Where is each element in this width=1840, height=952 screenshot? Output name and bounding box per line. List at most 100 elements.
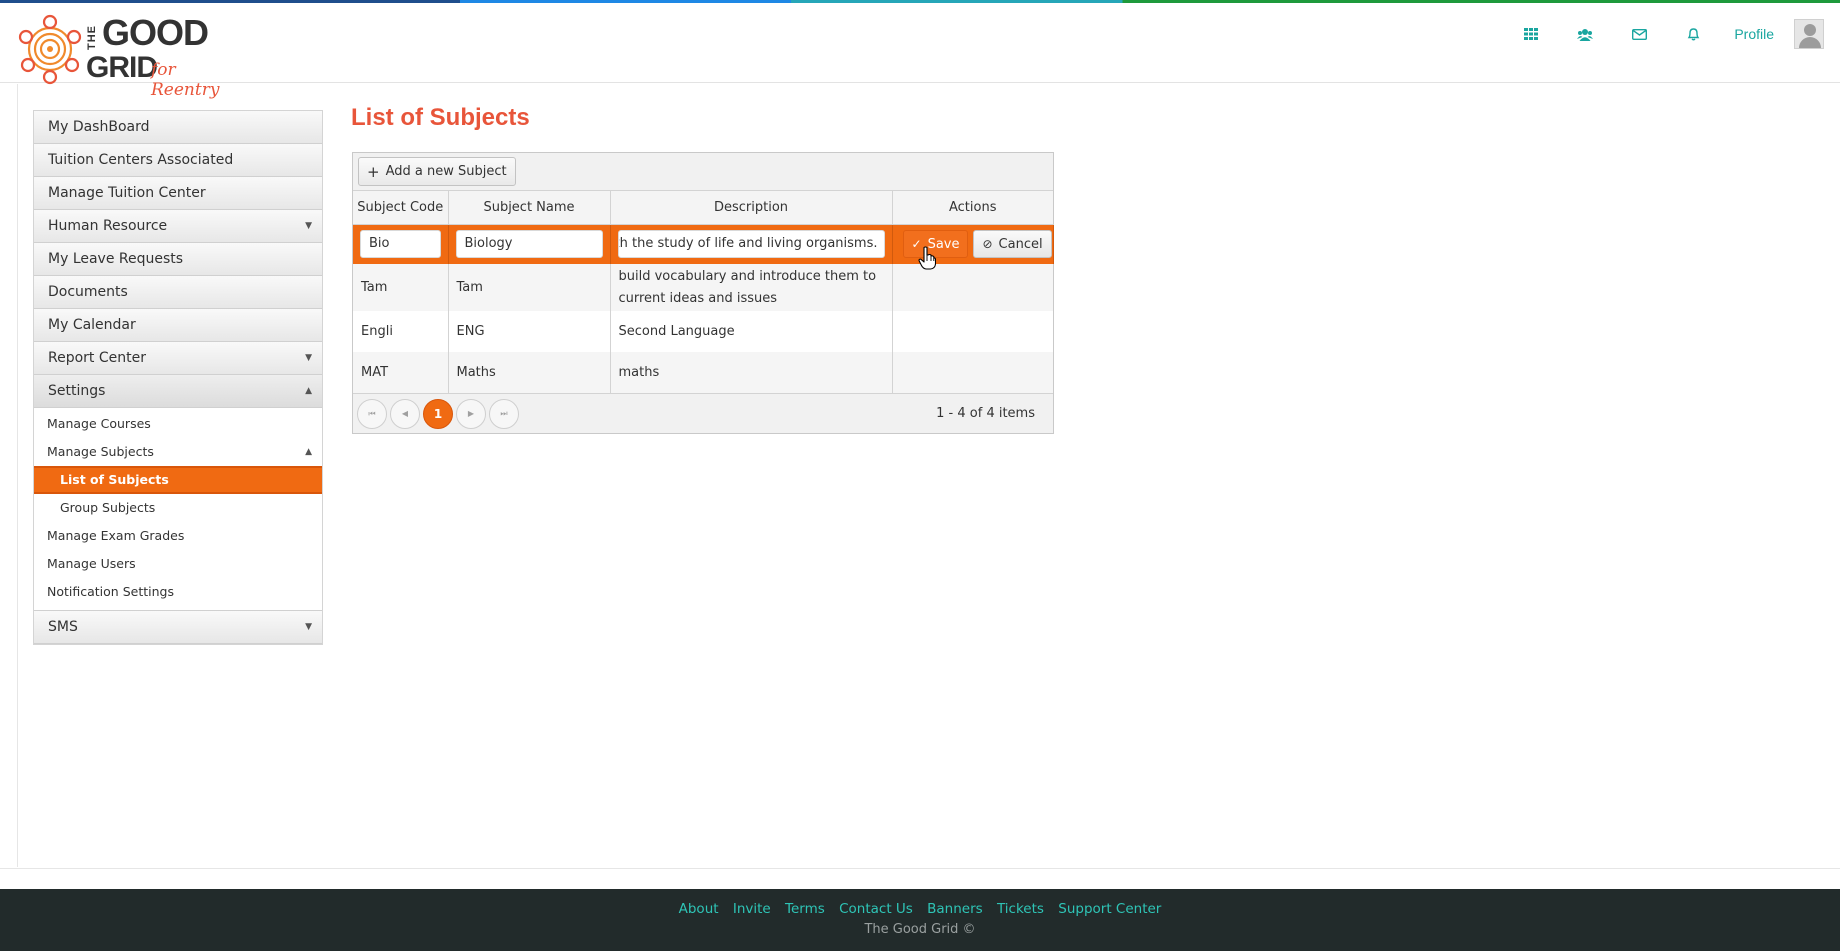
sidebar-item-dashboard[interactable]: My DashBoard (34, 111, 322, 144)
sidebar-item-label: My Calendar (48, 317, 136, 333)
sidebar-item-label: Manage Courses (47, 416, 151, 431)
logo-tagline: for Reentry (151, 60, 220, 100)
description-input-value: d with the study of life and living orga… (619, 236, 878, 252)
cancel-button[interactable]: ⊘ Cancel (973, 230, 1052, 259)
last-page-icon[interactable]: ⏭ (489, 398, 519, 429)
sidebar-item-documents[interactable]: Documents (34, 276, 322, 309)
sidebar-item-manage-users[interactable]: Manage Users (34, 550, 322, 578)
sidebar-item-human-resource[interactable]: Human Resource ▼ (34, 210, 322, 243)
column-header-description[interactable]: Description (610, 191, 893, 225)
bell-icon[interactable] (1666, 3, 1720, 65)
header-nav: Profile (1504, 3, 1840, 65)
sidebar-item-label: My Leave Requests (48, 251, 184, 267)
cell-subject-code: Engli (353, 311, 449, 352)
users-icon[interactable] (1558, 3, 1612, 65)
flower-logo-icon (18, 14, 82, 85)
next-page-icon[interactable]: ▶ (456, 398, 486, 429)
add-subject-label: Add a new Subject (385, 164, 507, 179)
sidebar-item-label: List of Subjects (60, 472, 169, 487)
footer-link-banners[interactable]: Banners (927, 901, 983, 917)
sidebar-item-label: Manage Tuition Center (48, 185, 206, 201)
page-title: List of Subjects (351, 104, 530, 131)
sidebar-item-manage-tuition-center[interactable]: Manage Tuition Center (34, 177, 322, 210)
sidebar-item-label: Tuition Centers Associated (48, 152, 234, 168)
chevron-down-icon: ▼ (305, 353, 312, 363)
footer-link-support-center[interactable]: Support Center (1058, 901, 1161, 917)
previous-page-icon[interactable]: ◀ (390, 398, 420, 429)
profile-link[interactable]: Profile (1720, 26, 1794, 42)
sidebar-item-manage-subjects[interactable]: Manage Subjects ▲ (34, 438, 322, 466)
plus-icon: + (367, 162, 380, 181)
footer-link-about[interactable]: About (679, 901, 719, 917)
sidebar-item-report-center[interactable]: Report Center ▼ (34, 342, 322, 375)
cell-actions (892, 352, 1053, 393)
sidebar-item-label: Documents (48, 284, 128, 300)
cancel-label: Cancel (998, 236, 1043, 252)
apps-grid-icon[interactable] (1504, 3, 1558, 65)
chevron-down-icon: ▼ (305, 221, 312, 231)
sidebar-item-manage-exam-grades[interactable]: Manage Exam Grades (34, 522, 322, 550)
column-header-subject-code[interactable]: Subject Code (353, 191, 449, 225)
sidebar-item-manage-courses[interactable]: Manage Courses (34, 410, 322, 438)
cell-subject-code: Tam (353, 264, 449, 311)
sidebar-item-label: Manage Exam Grades (47, 528, 185, 543)
chevron-up-icon: ▲ (305, 386, 312, 396)
grid-pager: ⏮ ◀ 1 ▶ ⏭ 1 - 4 of 4 items (353, 393, 1053, 433)
sidebar-item-label: Human Resource (48, 218, 168, 234)
footer-rule (0, 868, 1840, 869)
settings-submenu: Manage Courses Manage Subjects ▲ List of … (34, 408, 322, 611)
table-row[interactable]: MAT Maths maths (353, 352, 1053, 393)
column-header-subject-name[interactable]: Subject Name (448, 191, 611, 225)
add-subject-button[interactable]: + Add a new Subject (358, 157, 516, 186)
cell-subject-code: MAT (353, 352, 449, 393)
page-left-rule (17, 84, 18, 867)
sidebar-item-label: Group Subjects (60, 500, 156, 515)
table-row[interactable]: Tam Tam build vocabulary and introduce t… (353, 264, 1053, 311)
top-header: THE GOOD GRID for Reentry Profile (0, 3, 1840, 100)
avatar[interactable] (1794, 19, 1824, 49)
sidebar-item-tuition-centers-associated[interactable]: Tuition Centers Associated (34, 144, 322, 177)
cell-actions (892, 264, 1053, 311)
footer-link-tickets[interactable]: Tickets (997, 901, 1044, 917)
sidebar-item-label: Manage Users (47, 556, 136, 571)
column-header-actions: Actions (892, 191, 1053, 225)
cell-subject-name: Tam (448, 264, 611, 311)
cell-subject-name: Maths (448, 352, 611, 393)
sidebar-item-label: Settings (48, 383, 106, 399)
cell-subject-name: ENG (448, 311, 611, 352)
footer-link-terms[interactable]: Terms (785, 901, 825, 917)
sidebar-item-leave-requests[interactable]: My Leave Requests (34, 243, 322, 276)
first-page-icon[interactable]: ⏮ (357, 398, 387, 429)
table-row[interactable]: Engli ENG Second Language (353, 311, 1053, 352)
sidebar-item-group-subjects[interactable]: Group Subjects (34, 494, 322, 522)
sidebar-item-label: Manage Subjects (47, 444, 154, 459)
sidebar: My DashBoard Tuition Centers Associated … (33, 110, 323, 645)
sidebar-item-calendar[interactable]: My Calendar (34, 309, 322, 342)
sidebar-item-list-of-subjects[interactable]: List of Subjects (34, 466, 322, 494)
sidebar-item-sms[interactable]: SMS ▼ (34, 611, 322, 644)
cell-actions (892, 311, 1053, 352)
sidebar-item-label: Report Center (48, 350, 146, 366)
footer-link-contact-us[interactable]: Contact Us (839, 901, 913, 917)
sidebar-item-settings[interactable]: Settings ▲ (34, 375, 322, 408)
footer-link-invite[interactable]: Invite (733, 901, 771, 917)
cell-description: build vocabulary and introduce them to c… (610, 264, 893, 311)
page-number-current[interactable]: 1 (423, 398, 453, 429)
brand-logo[interactable]: THE GOOD GRID for Reentry (16, 11, 236, 100)
subject-code-input[interactable]: Bio (360, 230, 441, 259)
chevron-down-icon: ▼ (305, 622, 312, 632)
cancel-icon: ⊘ (982, 237, 993, 252)
mail-icon[interactable] (1612, 3, 1666, 65)
footer: About Invite Terms Contact Us Banners Ti… (0, 889, 1840, 951)
table-row-editing: Bio Biology d with the study of life and… (353, 224, 1054, 264)
logo-the: THE (86, 25, 98, 50)
logo-good: GOOD (102, 12, 209, 53)
description-input[interactable]: d with the study of life and living orga… (617, 230, 885, 259)
chevron-up-icon: ▲ (305, 447, 312, 457)
sidebar-item-notification-settings[interactable]: Notification Settings (34, 578, 322, 606)
cell-description: maths (610, 352, 893, 393)
sidebar-item-label: My DashBoard (48, 119, 150, 135)
pager-info: 1 - 4 of 4 items (936, 406, 1035, 421)
subject-name-input[interactable]: Biology (455, 230, 603, 259)
subjects-grid: + Add a new Subject Subject Code Subject… (352, 152, 1054, 434)
